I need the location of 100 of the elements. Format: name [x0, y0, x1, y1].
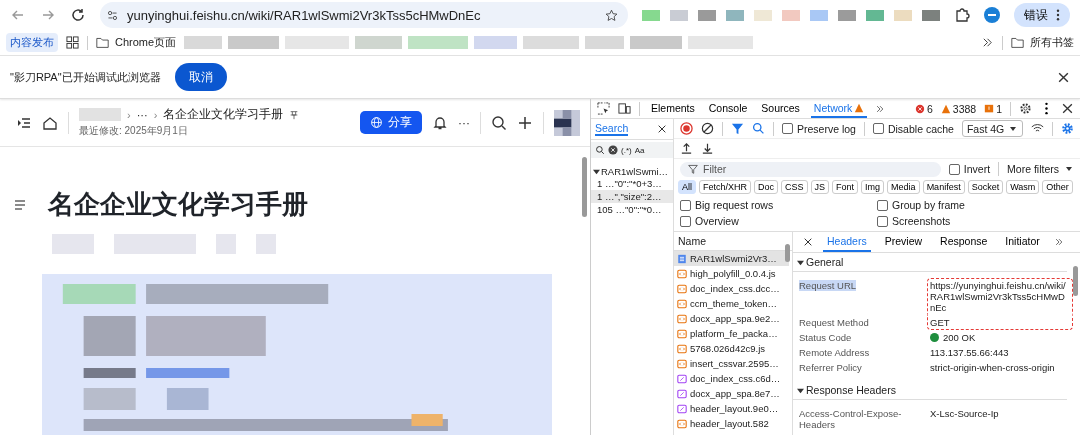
download-icon[interactable]	[701, 142, 714, 155]
type-filter-chip[interactable]: Other	[1042, 180, 1073, 194]
request-row[interactable]: RAR1wlSwmi2Vr3…	[674, 251, 789, 266]
profile-avatar-icon[interactable]	[984, 7, 1000, 23]
type-filter-chip[interactable]: Fetch/XHR	[699, 180, 752, 194]
request-row[interactable]: docx_app_spa.8e7…	[674, 386, 789, 401]
request-row[interactable]: ccm_theme_token…	[674, 296, 789, 311]
request-row[interactable]: docx_app_spa.9e2…	[674, 311, 789, 326]
share-button[interactable]: 分享	[360, 111, 422, 134]
apps-grid-icon[interactable]	[66, 36, 79, 49]
invert-checkbox[interactable]: Invert	[948, 163, 991, 175]
request-row[interactable]: high_polyfill_0.0.4.js	[674, 266, 789, 281]
expanded-triangle-icon[interactable]	[797, 386, 804, 394]
all-bookmarks-folder[interactable]: 所有书签	[1011, 35, 1074, 50]
device-toolbar-icon[interactable]	[618, 102, 631, 115]
scrollbar[interactable]	[1073, 266, 1078, 296]
cancel-button[interactable]: 取消	[174, 63, 227, 91]
chevron-double-icon[interactable]	[875, 103, 886, 114]
request-row[interactable]: 5768.026d42c9.js	[674, 341, 789, 356]
clear-icon[interactable]	[608, 145, 618, 155]
blurred-extension-icon[interactable]	[866, 9, 884, 21]
close-icon[interactable]	[657, 124, 667, 134]
details-tab[interactable]: Response	[936, 232, 992, 252]
request-row[interactable]: header_layout.582	[674, 416, 789, 431]
expanded-triangle-icon[interactable]	[593, 168, 600, 175]
column-header[interactable]: Name	[678, 235, 706, 247]
request-row[interactable]: header_layout.9e0…	[674, 401, 789, 416]
filter-field[interactable]: Filter	[680, 161, 941, 177]
settings-icon[interactable]	[1019, 102, 1032, 115]
option-checkbox[interactable]: Group by frame	[877, 199, 1074, 211]
bookmark-chip[interactable]: 内容发布	[6, 33, 58, 52]
close-icon[interactable]	[1061, 102, 1074, 115]
filter-icon[interactable]	[731, 122, 744, 135]
details-tab[interactable]: Preview	[880, 232, 927, 252]
blurred-avatar[interactable]	[554, 107, 580, 138]
search-tab[interactable]: Search	[595, 122, 629, 136]
warning-count[interactable]: 3388	[940, 102, 977, 115]
option-checkbox[interactable]: Overview	[680, 215, 877, 227]
option-checkbox[interactable]: Screenshots	[877, 215, 1074, 227]
type-filter-chip[interactable]: Doc	[754, 180, 779, 194]
scrollbar[interactable]	[785, 244, 790, 262]
puzzle-icon[interactable]	[954, 7, 970, 23]
close-icon[interactable]	[803, 237, 813, 247]
request-row[interactable]: insert_cssvar.2595…	[674, 356, 789, 371]
expanded-triangle-icon[interactable]	[797, 258, 804, 266]
details-tab[interactable]: Initiator	[1001, 232, 1044, 252]
devtools-tab[interactable]: Network	[810, 99, 868, 118]
type-filter-chip[interactable]: All	[678, 180, 696, 194]
chevron-double-icon[interactable]	[1053, 237, 1064, 247]
breadcrumb-ellipsis[interactable]: ···	[136, 108, 148, 121]
devtools-tab[interactable]: Elements	[648, 99, 698, 118]
issue-count[interactable]: 1	[984, 102, 1002, 115]
profile-button[interactable]: 错误	[1014, 3, 1070, 27]
site-settings-icon[interactable]	[106, 8, 119, 22]
more-filters-dropdown[interactable]: More filters	[1007, 163, 1074, 175]
blurred-extension-icon[interactable]	[698, 9, 716, 21]
type-filter-chip[interactable]: Socket	[967, 180, 1004, 194]
search-result[interactable]: 1 …"0":"*0+3…	[591, 177, 673, 190]
throttle-dropdown[interactable]: Fast 4G	[961, 120, 1023, 137]
address-bar[interactable]: yunyinghui.feishu.cn/wiki/RAR1wlSwmi2Vr3kTss5cHMwDnEc	[100, 2, 628, 28]
devtools-tab[interactable]: Console	[705, 99, 751, 118]
clear-icon[interactable]	[701, 122, 714, 135]
type-filter-chip[interactable]: Media	[887, 180, 920, 194]
upload-icon[interactable]	[680, 142, 693, 155]
more-button[interactable]: ···	[458, 115, 470, 130]
scrollbar[interactable]	[582, 157, 587, 217]
option-checkbox[interactable]: Big request rows	[680, 199, 877, 211]
devtools-tab[interactable]: Sources	[758, 99, 803, 118]
type-filter-chip[interactable]: Font	[832, 180, 859, 194]
type-filter-chip[interactable]: Wasm	[1006, 180, 1040, 194]
search-field[interactable]: (.*) Aa	[591, 142, 673, 158]
plus-icon[interactable]	[517, 114, 533, 131]
type-filter-chip[interactable]: CSS	[781, 180, 808, 194]
type-filter-chip[interactable]: Img	[861, 180, 885, 194]
disable-cache-checkbox[interactable]: Disable cache	[872, 122, 954, 135]
inspect-icon[interactable]	[597, 102, 610, 115]
chevron-double-icon[interactable]	[981, 36, 994, 49]
regex-toggle[interactable]: (.*)	[621, 145, 632, 155]
record-icon[interactable]	[680, 122, 693, 135]
search-result-file[interactable]: RAR1wlSwmi…	[601, 166, 669, 177]
preserve-log-checkbox[interactable]: Preserve log	[782, 122, 856, 135]
section-header[interactable]: Response Headers	[806, 384, 896, 396]
request-row[interactable]: platform_fe_packa…	[674, 326, 789, 341]
pin-icon[interactable]	[289, 109, 300, 120]
type-filter-chip[interactable]: Manifest	[922, 180, 965, 194]
search-icon[interactable]	[491, 114, 507, 131]
request-row[interactable]: doc_index_css.dcc…	[674, 281, 789, 296]
search-result[interactable]: 105 …"0":"*0…	[591, 203, 673, 216]
request-row[interactable]: doc_index_css.c6d…	[674, 371, 789, 386]
close-icon[interactable]	[1057, 70, 1070, 84]
blurred-extension-icon[interactable]	[838, 9, 856, 21]
bookmark-folder[interactable]: Chrome页面	[96, 35, 177, 50]
search-result[interactable]: 1 …","size":2…	[591, 190, 673, 203]
bell-icon[interactable]	[432, 114, 448, 131]
breadcrumb-title[interactable]: 名企企业文化学习手册	[163, 107, 284, 122]
blurred-extension-icon[interactable]	[922, 9, 940, 21]
section-header[interactable]: General	[806, 256, 844, 268]
error-count[interactable]: 6	[914, 102, 933, 115]
details-tab[interactable]: Headers	[823, 232, 871, 252]
star-icon[interactable]	[605, 8, 618, 22]
